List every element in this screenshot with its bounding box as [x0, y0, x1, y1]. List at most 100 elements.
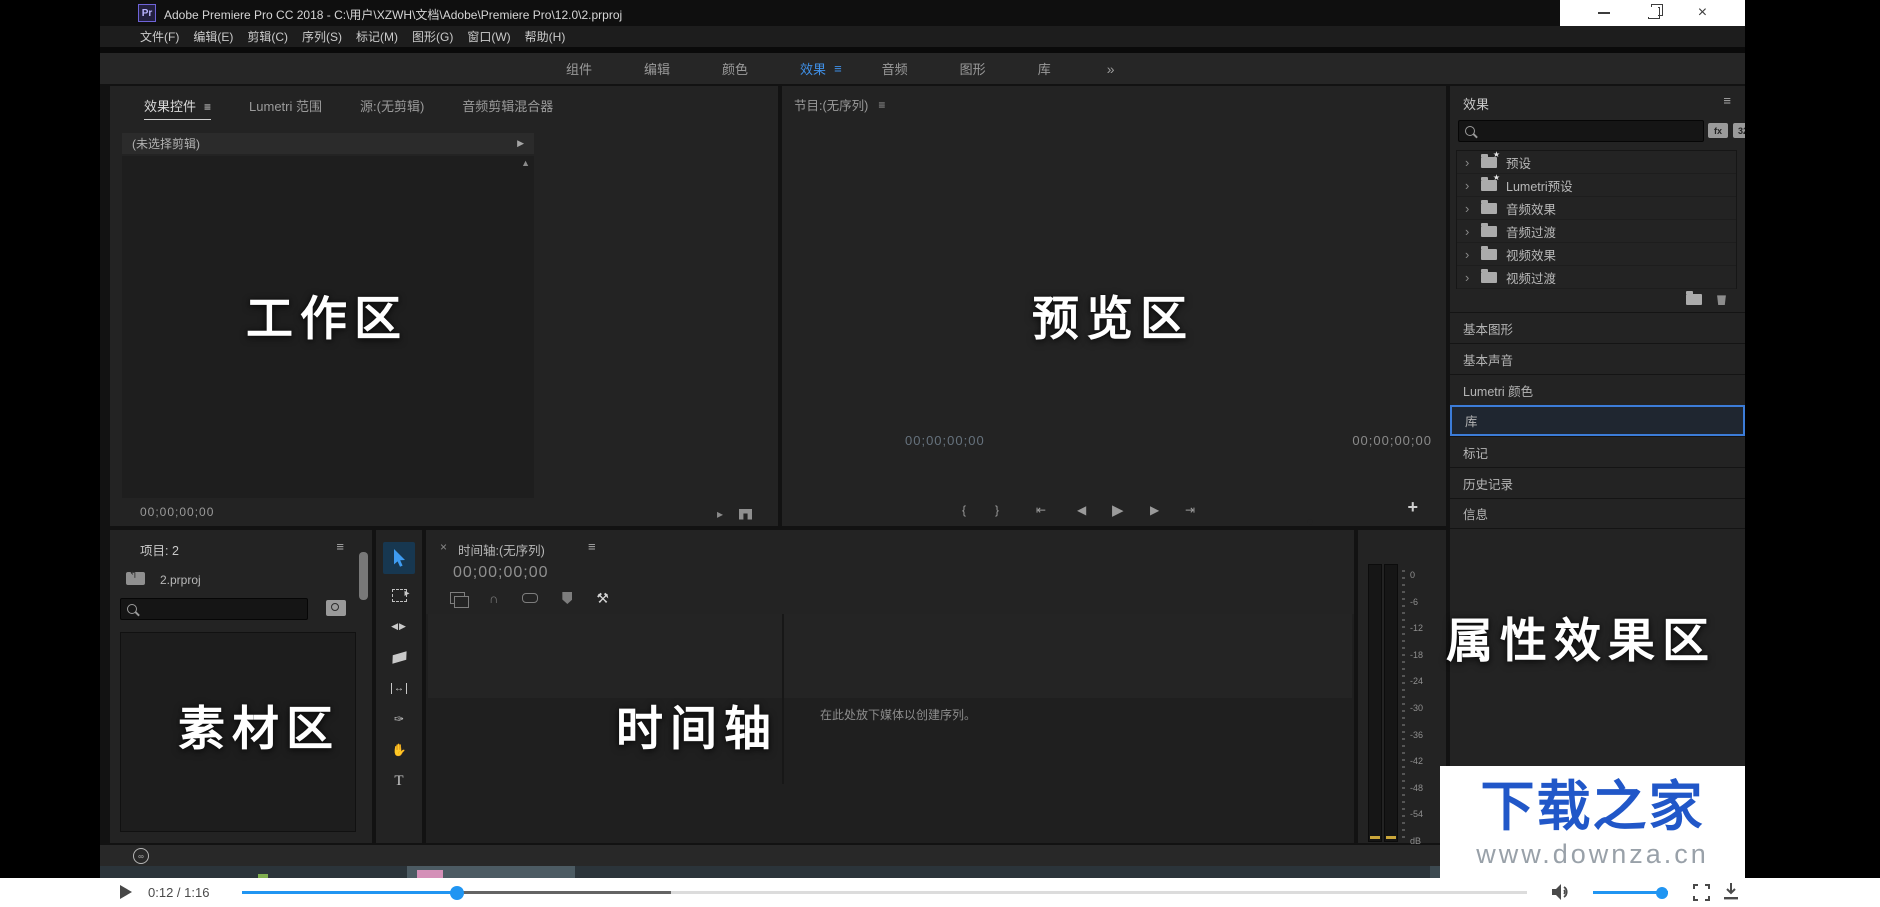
chevron-right-icon[interactable]: › — [1465, 155, 1481, 170]
stacked-panel-历史记录[interactable]: 历史记录 — [1450, 467, 1745, 498]
workspace-tab-图形[interactable]: 图形 — [934, 59, 1012, 78]
workspace-tab-音频[interactable]: 音频 — [856, 59, 934, 78]
effects-tree-item[interactable]: ›视频效果 — [1457, 243, 1736, 266]
go-to-out-icon[interactable]: ⇥ — [1185, 504, 1195, 516]
panel-tab-Lumetri 范围[interactable]: Lumetri 范围 — [249, 96, 322, 115]
clip-status-row[interactable]: (未选择剪辑) ▶ — [122, 133, 534, 154]
stacked-panel-信息[interactable]: 信息 — [1450, 498, 1745, 529]
chevron-right-icon[interactable]: › — [1465, 201, 1481, 216]
panel-tab-音频剪辑混合器[interactable]: 音频剪辑混合器 — [462, 96, 553, 115]
timeline-track-area[interactable]: 在此处放下媒体以创建序列。 — [426, 614, 1354, 843]
effects-tree-item[interactable]: ›Lumetri预设 — [1457, 174, 1736, 197]
panel-tab-效果控件[interactable]: 效果控件≡ — [144, 96, 211, 120]
scroll-up-icon[interactable]: ▲ — [521, 158, 530, 168]
restore-icon[interactable] — [1648, 7, 1660, 19]
close-icon[interactable]: × — [1698, 5, 1707, 21]
chevron-right-icon[interactable]: › — [1465, 224, 1481, 239]
32bit-effects-icon[interactable]: 32 — [1733, 123, 1745, 138]
delete-icon[interactable] — [1716, 293, 1727, 305]
workspace-tab-库[interactable]: 库 — [1012, 59, 1077, 78]
panel-tab-源:(无剪辑)[interactable]: 源:(无剪辑) — [360, 96, 424, 115]
panel-menu-icon[interactable]: ≡ — [1723, 93, 1731, 108]
meter-scale-label: -42 — [1410, 756, 1423, 766]
play-icon[interactable]: ▶ — [1112, 503, 1124, 518]
panel-menu-icon[interactable]: ≡ — [336, 539, 344, 554]
folder-star-icon — [1481, 180, 1497, 191]
workspace-overflow-icon[interactable]: » — [1077, 61, 1115, 77]
player-play-icon[interactable] — [120, 885, 132, 899]
volume-slider[interactable] — [1593, 891, 1668, 894]
razor-tool[interactable] — [383, 647, 415, 667]
step-forward-icon[interactable]: ▶ — [1150, 504, 1159, 516]
go-to-in-icon[interactable]: ⇤ — [1036, 504, 1046, 516]
effects-search-input[interactable] — [1481, 123, 1675, 139]
nest-sequence-icon[interactable] — [450, 592, 465, 604]
track-select-tool[interactable] — [383, 585, 415, 605]
step-back-icon[interactable]: ◀ — [1077, 504, 1086, 516]
chevron-right-icon[interactable]: › — [1465, 247, 1481, 262]
menu-item[interactable]: 序列(S) — [302, 28, 342, 45]
player-seek-knob[interactable] — [450, 886, 464, 900]
workspace-tab-组件[interactable]: 组件 — [540, 59, 618, 78]
download-icon[interactable] — [1723, 883, 1739, 906]
overlay-label-materials: 素材区 — [178, 690, 340, 759]
effects-tree-item[interactable]: ›预设 — [1457, 151, 1736, 174]
panel-menu-icon[interactable]: ≡ — [588, 539, 596, 554]
effect-controls-timecode[interactable]: 00;00;00;00 — [140, 505, 214, 519]
workspace-tab-编辑[interactable]: 编辑 — [618, 59, 696, 78]
accelerated-effects-icon[interactable]: fx — [1708, 123, 1728, 138]
expand-icon[interactable]: ▶ — [517, 138, 524, 149]
stacked-panel-标记[interactable]: 标记 — [1450, 436, 1745, 467]
close-panel-icon[interactable]: × — [440, 540, 447, 554]
menu-item[interactable]: 标记(M) — [356, 28, 398, 45]
menu-item[interactable]: 剪辑(C) — [247, 28, 288, 45]
workspace-tab-效果[interactable]: 效果 — [774, 59, 834, 78]
chevron-right-icon[interactable]: › — [1465, 270, 1481, 285]
effects-tree-item[interactable]: ›视频过渡 — [1457, 266, 1736, 289]
timeline-settings-icon[interactable]: ⚒ — [596, 590, 609, 607]
stacked-panel-基本声音[interactable]: 基本声音 — [1450, 343, 1745, 374]
menu-item[interactable]: 编辑(E) — [193, 28, 233, 45]
project-search-input[interactable] — [143, 601, 291, 617]
chevron-right-icon[interactable]: › — [1465, 178, 1481, 193]
selection-tool[interactable] — [383, 542, 415, 574]
pen-tool[interactable]: ✑ — [383, 709, 415, 729]
fullscreen-icon[interactable] — [1693, 884, 1710, 906]
snap-magnet-icon[interactable]: ∩ — [489, 592, 498, 605]
volume-icon[interactable] — [1552, 883, 1572, 906]
player-progress-bar[interactable] — [242, 891, 1527, 894]
menu-item[interactable]: 帮助(H) — [525, 28, 566, 45]
hand-tool[interactable]: ✋ — [383, 740, 415, 760]
menu-item[interactable]: 文件(F) — [140, 28, 179, 45]
ripple-edit-tool[interactable]: ◀▶ — [383, 616, 415, 636]
export-frame-icon[interactable] — [739, 509, 752, 520]
effects-tree-item[interactable]: ›音频过渡 — [1457, 220, 1736, 243]
menu-item[interactable]: 窗口(W) — [467, 28, 510, 45]
program-current-timecode[interactable]: 00;00;00;00 — [905, 433, 985, 448]
minimize-icon[interactable] — [1598, 12, 1610, 14]
panel-menu-icon[interactable]: ≡ — [204, 100, 211, 114]
add-marker-icon[interactable] — [562, 592, 572, 604]
new-bin-icon[interactable] — [1686, 294, 1702, 305]
linked-selection-icon[interactable] — [522, 593, 538, 603]
slip-tool[interactable]: ↔ — [383, 678, 415, 698]
scrollbar-thumb[interactable] — [359, 552, 368, 600]
find-in-bin-icon[interactable] — [326, 600, 346, 616]
workspace-tab-颜色[interactable]: 颜色 — [696, 59, 774, 78]
stacked-panel-库[interactable]: 库 — [1450, 405, 1745, 436]
timeline-timecode[interactable]: 00;00;00;00 — [453, 564, 549, 582]
menu-item[interactable]: 图形(G) — [412, 28, 453, 45]
stacked-panel-基本图形[interactable]: 基本图形 — [1450, 312, 1745, 343]
type-tool[interactable]: T — [383, 771, 415, 791]
workspace-menu-icon[interactable]: ≡ — [834, 61, 856, 76]
volume-knob[interactable] — [1656, 887, 1668, 899]
mark-in-icon[interactable]: { — [962, 504, 966, 516]
mark-out-icon[interactable]: } — [995, 504, 999, 516]
panel-menu-icon[interactable]: ≡ — [878, 98, 885, 112]
video-frame: Pr Adobe Premiere Pro CC 2018 - C:\用户\XZ… — [0, 0, 1880, 907]
play-around-icon[interactable]: ▸ — [717, 507, 723, 521]
button-editor-icon[interactable]: + — [1407, 498, 1418, 516]
project-home-icon[interactable] — [126, 572, 145, 585]
stacked-panel-Lumetri 颜色[interactable]: Lumetri 颜色 — [1450, 374, 1745, 405]
effects-tree-item[interactable]: ›音频效果 — [1457, 197, 1736, 220]
